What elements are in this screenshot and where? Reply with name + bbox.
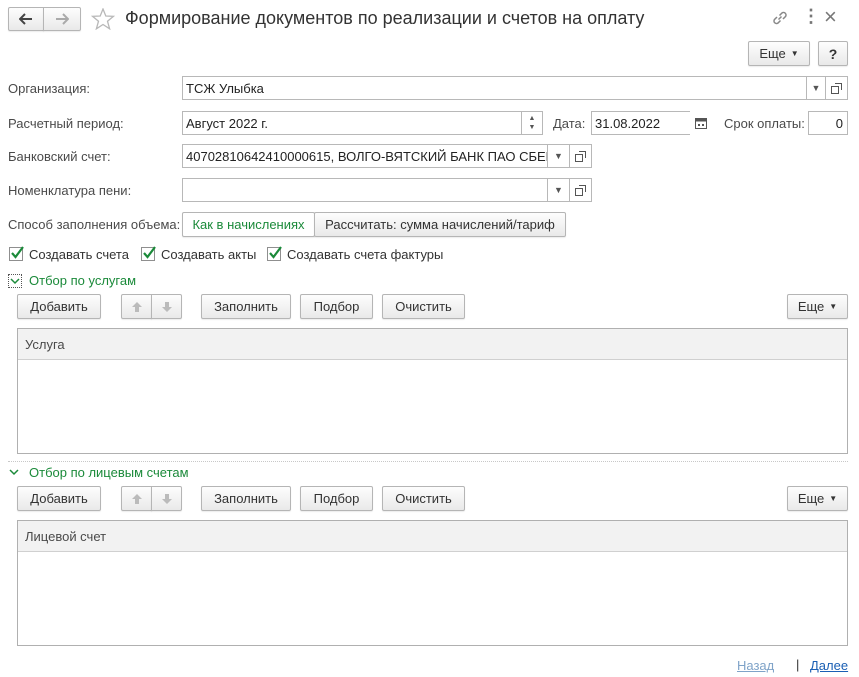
arrow-left-icon — [19, 13, 32, 25]
penalty-field[interactable] — [182, 178, 548, 202]
open-window-icon — [575, 150, 586, 162]
checkmark-icon — [269, 246, 282, 259]
penalty-label: Номенклатура пени: — [8, 183, 132, 198]
chevron-down-icon[interactable] — [8, 466, 20, 478]
services-more-button[interactable]: Еще ▼ — [787, 294, 848, 319]
accounts-column-header[interactable]: Лицевой счет — [18, 521, 847, 552]
open-window-icon — [575, 184, 586, 196]
stepper-up-icon[interactable]: ▲ — [529, 114, 536, 123]
bank-open-button[interactable] — [569, 144, 592, 168]
period-field[interactable]: Август 2022 г. — [182, 111, 522, 135]
accounts-clear-button[interactable]: Очистить — [382, 486, 465, 511]
services-fill-button[interactable]: Заполнить — [201, 294, 291, 319]
calendar-button[interactable] — [690, 111, 712, 135]
services-group-title[interactable]: Отбор по услугам — [29, 273, 136, 288]
forward-button[interactable] — [43, 7, 81, 31]
services-move-down-button[interactable] — [151, 294, 182, 319]
chevron-down-icon: ▼ — [829, 494, 838, 503]
stepper-down-icon[interactable]: ▼ — [529, 123, 536, 132]
chevron-down-icon: ▼ — [829, 302, 838, 311]
arrow-down-icon — [161, 301, 172, 312]
accounts-more-button[interactable]: Еще ▼ — [787, 486, 848, 511]
header-more-label: Еще — [759, 46, 786, 61]
header-more-button[interactable]: Еще ▼ — [748, 41, 810, 66]
chevron-down-icon: ▼ — [554, 185, 563, 195]
arrow-right-icon — [56, 13, 69, 25]
bank-dropdown-button[interactable]: ▼ — [547, 144, 570, 168]
create-vat-invoices-label: Создавать счета фактуры — [287, 247, 444, 262]
org-label: Организация: — [8, 81, 91, 96]
chevron-down-icon: ▼ — [790, 49, 799, 58]
due-field[interactable]: 0 — [808, 111, 848, 135]
chevron-down-icon — [10, 278, 20, 285]
services-group-toggle[interactable] — [8, 274, 22, 288]
org-field[interactable]: ТСЖ Улыбка — [182, 76, 807, 100]
accounts-table[interactable]: Лицевой счет — [17, 520, 848, 646]
accounts-more-label: Еще — [797, 491, 825, 506]
create-acts-label: Создавать акты — [161, 247, 257, 262]
services-table[interactable]: Услуга — [17, 328, 848, 454]
period-label: Расчетный период: — [8, 116, 124, 131]
services-move-up-button[interactable] — [121, 294, 152, 319]
footer-separator: | — [796, 657, 800, 672]
bank-field[interactable]: 40702810642410000615, ВОЛГО-ВЯТСКИЙ БАНК… — [182, 144, 548, 168]
fill-method-calculate[interactable]: Рассчитать: сумма начислений/тариф — [314, 212, 566, 237]
services-more-label: Еще — [797, 299, 825, 314]
services-pick-button[interactable]: Подбор — [300, 294, 373, 319]
next-link[interactable]: Далее — [810, 658, 848, 673]
link-icon[interactable] — [771, 10, 789, 26]
create-invoices-checkbox[interactable] — [9, 246, 24, 261]
more-menu-icon[interactable]: ⋮ — [802, 6, 820, 27]
due-label: Срок оплаты: — [724, 116, 805, 131]
fill-method-as-accruals[interactable]: Как в начислениях — [182, 212, 315, 237]
arrow-up-icon — [131, 493, 142, 504]
accounts-group-title[interactable]: Отбор по лицевым счетам — [29, 465, 189, 480]
create-acts-checkbox[interactable] — [141, 246, 156, 261]
checkmark-icon — [143, 246, 156, 259]
help-button[interactable]: ? — [818, 41, 848, 66]
accounts-move-down-button[interactable] — [151, 486, 182, 511]
accounts-move-up-button[interactable] — [121, 486, 152, 511]
chevron-down-icon: ▼ — [554, 151, 563, 161]
open-window-icon — [831, 82, 842, 94]
arrow-up-icon — [131, 301, 142, 312]
date-label: Дата: — [553, 116, 586, 131]
back-button[interactable] — [8, 7, 44, 31]
accounts-pick-button[interactable]: Подбор — [300, 486, 373, 511]
fill-method-label: Способ заполнения объема: — [8, 217, 181, 232]
calendar-icon — [695, 118, 707, 129]
date-field[interactable]: 31.08.2022 — [591, 111, 691, 135]
bank-label: Банковский счет: — [8, 149, 111, 164]
services-clear-button[interactable]: Очистить — [382, 294, 465, 319]
penalty-open-button[interactable] — [569, 178, 592, 202]
arrow-down-icon — [161, 493, 172, 504]
penalty-dropdown-button[interactable]: ▼ — [547, 178, 570, 202]
chevron-down-icon: ▼ — [811, 83, 821, 93]
services-add-button[interactable]: Добавить — [17, 294, 101, 319]
close-icon[interactable]: × — [824, 4, 837, 30]
checkmark-icon — [11, 246, 24, 259]
create-invoices-label: Создавать счета — [29, 247, 129, 262]
services-column-header[interactable]: Услуга — [18, 329, 847, 360]
group-separator — [8, 461, 848, 462]
accounts-add-button[interactable]: Добавить — [17, 486, 101, 511]
accounts-fill-button[interactable]: Заполнить — [201, 486, 291, 511]
back-link[interactable]: Назад — [737, 658, 774, 673]
create-vat-invoices-checkbox[interactable] — [267, 246, 282, 261]
page-title: Формирование документов по реализации и … — [125, 8, 645, 28]
org-dropdown-button[interactable]: ▼ — [806, 76, 826, 100]
org-open-button[interactable] — [825, 76, 848, 100]
favorite-star-icon[interactable] — [91, 8, 115, 30]
period-stepper[interactable]: ▲ ▼ — [521, 111, 543, 135]
